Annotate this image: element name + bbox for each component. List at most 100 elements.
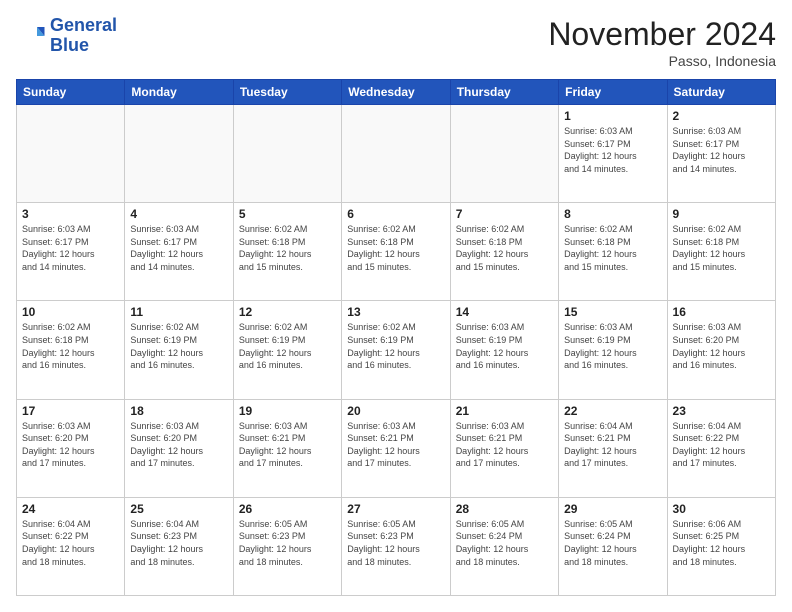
week-row-1: 1 Sunrise: 6:03 AM Sunset: 6:17 PM Daylig…	[17, 105, 776, 203]
day-info: Sunrise: 6:03 AM Sunset: 6:17 PM Dayligh…	[673, 125, 770, 175]
day-number: 4	[130, 207, 227, 221]
calendar-cell: 23Sunrise: 6:04 AM Sunset: 6:22 PM Dayli…	[667, 399, 775, 497]
location: Passo, Indonesia	[548, 53, 776, 69]
day-info: Sunrise: 6:03 AM Sunset: 6:19 PM Dayligh…	[456, 321, 553, 371]
day-number: 18	[130, 404, 227, 418]
calendar-cell: 5 Sunrise: 6:02 AM Sunset: 6:18 PM Daylig…	[233, 203, 341, 301]
day-info: Sunrise: 6:04 AM Sunset: 6:22 PM Dayligh…	[673, 420, 770, 470]
calendar-cell: 19 Sunrise: 6:03 AM Sunset: 6:21 PM Dayli…	[233, 399, 341, 497]
week-row-4: 17 Sunrise: 6:03 AM Sunset: 6:20 PM Dayli…	[17, 399, 776, 497]
calendar-cell	[125, 105, 233, 203]
day-number: 13	[347, 305, 444, 319]
day-info: Sunrise: 6:03 AM Sunset: 6:17 PM Dayligh…	[130, 223, 227, 273]
day-info: Sunrise: 6:05 AM Sunset: 6:23 PM Dayligh…	[239, 518, 336, 568]
day-number: 14	[456, 305, 553, 319]
logo-line1: General	[50, 15, 117, 35]
day-number: 19	[239, 404, 336, 418]
calendar-cell: 8 Sunrise: 6:02 AM Sunset: 6:18 PM Daylig…	[559, 203, 667, 301]
calendar-cell: 4 Sunrise: 6:03 AM Sunset: 6:17 PM Daylig…	[125, 203, 233, 301]
calendar-cell: 10 Sunrise: 6:02 AM Sunset: 6:18 PM Dayli…	[17, 301, 125, 399]
week-row-5: 24Sunrise: 6:04 AM Sunset: 6:22 PM Dayli…	[17, 497, 776, 595]
calendar-cell: 20 Sunrise: 6:03 AM Sunset: 6:21 PM Dayli…	[342, 399, 450, 497]
weekday-header-wednesday: Wednesday	[342, 80, 450, 105]
calendar-cell: 30 Sunrise: 6:06 AM Sunset: 6:25 PM Dayli…	[667, 497, 775, 595]
logo: General Blue	[16, 16, 117, 56]
calendar-cell: 7 Sunrise: 6:02 AM Sunset: 6:18 PM Daylig…	[450, 203, 558, 301]
day-number: 26	[239, 502, 336, 516]
day-number: 2	[673, 109, 770, 123]
day-number: 28	[456, 502, 553, 516]
day-info: Sunrise: 6:03 AM Sunset: 6:21 PM Dayligh…	[347, 420, 444, 470]
day-info: Sunrise: 6:03 AM Sunset: 6:17 PM Dayligh…	[564, 125, 661, 175]
day-info: Sunrise: 6:03 AM Sunset: 6:21 PM Dayligh…	[456, 420, 553, 470]
day-info: Sunrise: 6:02 AM Sunset: 6:18 PM Dayligh…	[239, 223, 336, 273]
day-number: 1	[564, 109, 661, 123]
day-info: Sunrise: 6:05 AM Sunset: 6:23 PM Dayligh…	[347, 518, 444, 568]
calendar-cell: 1 Sunrise: 6:03 AM Sunset: 6:17 PM Daylig…	[559, 105, 667, 203]
calendar-cell: 17 Sunrise: 6:03 AM Sunset: 6:20 PM Dayli…	[17, 399, 125, 497]
day-info: Sunrise: 6:05 AM Sunset: 6:24 PM Dayligh…	[456, 518, 553, 568]
day-info: Sunrise: 6:03 AM Sunset: 6:20 PM Dayligh…	[22, 420, 119, 470]
calendar-cell	[233, 105, 341, 203]
day-number: 11	[130, 305, 227, 319]
day-info: Sunrise: 6:02 AM Sunset: 6:18 PM Dayligh…	[22, 321, 119, 371]
calendar-cell: 9 Sunrise: 6:02 AM Sunset: 6:18 PM Daylig…	[667, 203, 775, 301]
day-number: 20	[347, 404, 444, 418]
logo-icon	[16, 21, 46, 51]
calendar-cell: 28 Sunrise: 6:05 AM Sunset: 6:24 PM Dayli…	[450, 497, 558, 595]
title-block: November 2024 Passo, Indonesia	[548, 16, 776, 69]
day-number: 3	[22, 207, 119, 221]
calendar-cell: 24Sunrise: 6:04 AM Sunset: 6:22 PM Dayli…	[17, 497, 125, 595]
day-info: Sunrise: 6:03 AM Sunset: 6:19 PM Dayligh…	[564, 321, 661, 371]
day-info: Sunrise: 6:02 AM Sunset: 6:18 PM Dayligh…	[673, 223, 770, 273]
calendar-cell: 13 Sunrise: 6:02 AM Sunset: 6:19 PM Dayli…	[342, 301, 450, 399]
day-number: 30	[673, 502, 770, 516]
weekday-header-thursday: Thursday	[450, 80, 558, 105]
day-number: 21	[456, 404, 553, 418]
day-number: 6	[347, 207, 444, 221]
day-info: Sunrise: 6:04 AM Sunset: 6:23 PM Dayligh…	[130, 518, 227, 568]
day-info: Sunrise: 6:05 AM Sunset: 6:24 PM Dayligh…	[564, 518, 661, 568]
calendar-cell: 6 Sunrise: 6:02 AM Sunset: 6:18 PM Daylig…	[342, 203, 450, 301]
day-info: Sunrise: 6:04 AM Sunset: 6:21 PM Dayligh…	[564, 420, 661, 470]
calendar-cell	[342, 105, 450, 203]
day-info: Sunrise: 6:02 AM Sunset: 6:18 PM Dayligh…	[347, 223, 444, 273]
calendar-cell: 15Sunrise: 6:03 AM Sunset: 6:19 PM Dayli…	[559, 301, 667, 399]
calendar-cell: 21 Sunrise: 6:03 AM Sunset: 6:21 PM Dayli…	[450, 399, 558, 497]
weekday-header-row: SundayMondayTuesdayWednesdayThursdayFrid…	[17, 80, 776, 105]
day-info: Sunrise: 6:03 AM Sunset: 6:17 PM Dayligh…	[22, 223, 119, 273]
calendar-cell	[17, 105, 125, 203]
day-info: Sunrise: 6:02 AM Sunset: 6:19 PM Dayligh…	[347, 321, 444, 371]
day-info: Sunrise: 6:04 AM Sunset: 6:22 PM Dayligh…	[22, 518, 119, 568]
logo-text: General Blue	[50, 16, 117, 56]
day-number: 8	[564, 207, 661, 221]
calendar-cell: 3 Sunrise: 6:03 AM Sunset: 6:17 PM Daylig…	[17, 203, 125, 301]
day-number: 25	[130, 502, 227, 516]
day-number: 5	[239, 207, 336, 221]
day-number: 29	[564, 502, 661, 516]
day-number: 17	[22, 404, 119, 418]
page: General Blue November 2024 Passo, Indone…	[0, 0, 792, 612]
weekday-header-monday: Monday	[125, 80, 233, 105]
calendar-cell: 25 Sunrise: 6:04 AM Sunset: 6:23 PM Dayli…	[125, 497, 233, 595]
weekday-header-sunday: Sunday	[17, 80, 125, 105]
weekday-header-tuesday: Tuesday	[233, 80, 341, 105]
day-info: Sunrise: 6:02 AM Sunset: 6:18 PM Dayligh…	[564, 223, 661, 273]
calendar-cell: 18 Sunrise: 6:03 AM Sunset: 6:20 PM Dayli…	[125, 399, 233, 497]
day-info: Sunrise: 6:02 AM Sunset: 6:19 PM Dayligh…	[239, 321, 336, 371]
day-info: Sunrise: 6:03 AM Sunset: 6:20 PM Dayligh…	[673, 321, 770, 371]
calendar-cell: 12Sunrise: 6:02 AM Sunset: 6:19 PM Dayli…	[233, 301, 341, 399]
day-info: Sunrise: 6:06 AM Sunset: 6:25 PM Dayligh…	[673, 518, 770, 568]
day-info: Sunrise: 6:02 AM Sunset: 6:18 PM Dayligh…	[456, 223, 553, 273]
header: General Blue November 2024 Passo, Indone…	[16, 16, 776, 69]
week-row-2: 3 Sunrise: 6:03 AM Sunset: 6:17 PM Daylig…	[17, 203, 776, 301]
day-number: 16	[673, 305, 770, 319]
day-info: Sunrise: 6:03 AM Sunset: 6:20 PM Dayligh…	[130, 420, 227, 470]
month-title: November 2024	[548, 16, 776, 53]
day-number: 7	[456, 207, 553, 221]
day-info: Sunrise: 6:03 AM Sunset: 6:21 PM Dayligh…	[239, 420, 336, 470]
day-number: 10	[22, 305, 119, 319]
logo-line2: Blue	[50, 35, 89, 55]
day-number: 9	[673, 207, 770, 221]
weekday-header-saturday: Saturday	[667, 80, 775, 105]
